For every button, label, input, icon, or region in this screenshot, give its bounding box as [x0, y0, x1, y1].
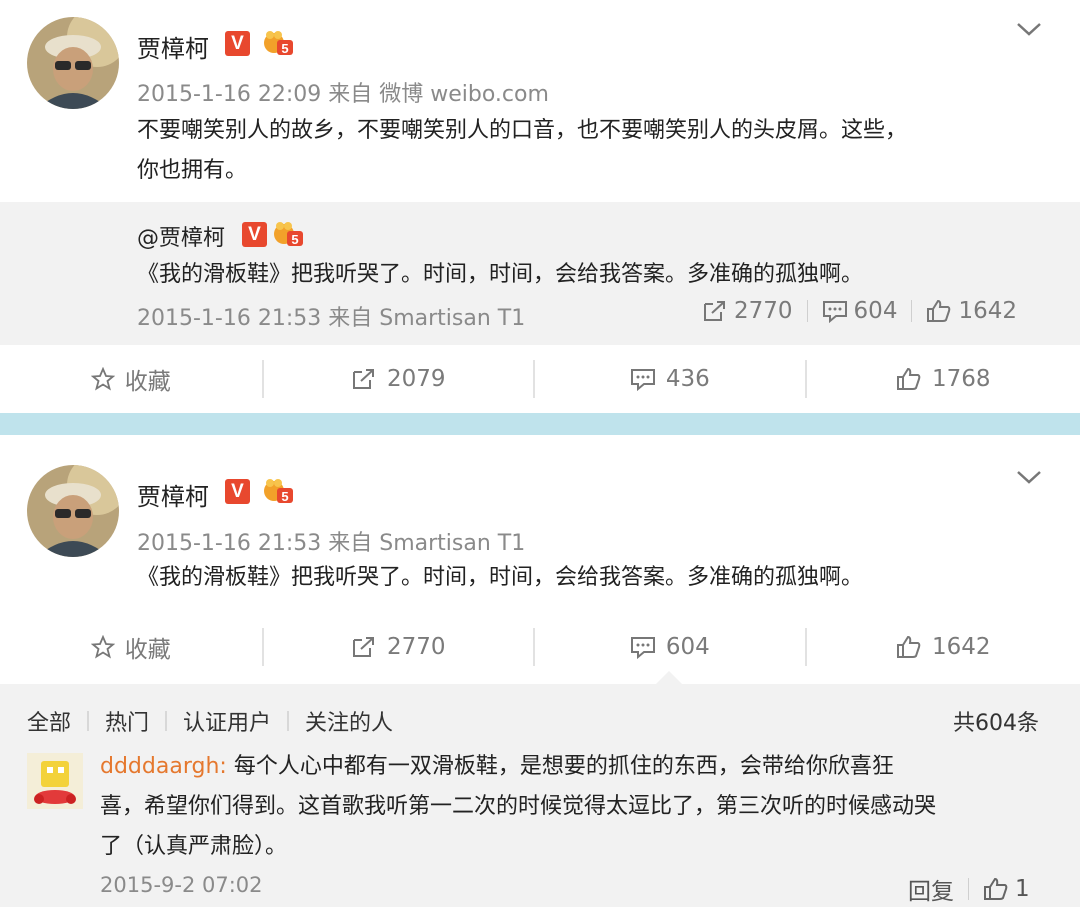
comment-button[interactable]: 604	[535, 634, 805, 660]
comment-count: 604	[665, 634, 710, 660]
post-action-bar: 收藏 2770 604 1642	[0, 616, 1080, 678]
repost-icon	[352, 369, 374, 389]
divider	[968, 878, 969, 900]
divider	[911, 300, 913, 322]
verified-badge-icon: V	[242, 222, 267, 247]
quoted-comment-count[interactable]: 604	[822, 298, 898, 324]
post-text-line: 你也拥有。	[137, 158, 248, 183]
favorite-label: 收藏	[124, 637, 171, 663]
repost-icon	[352, 637, 374, 657]
quoted-repost-count[interactable]: 2770	[702, 298, 793, 324]
level-number: 5	[281, 41, 288, 56]
divider	[806, 300, 808, 322]
comment-icon	[822, 301, 847, 323]
tab-verified-users[interactable]: 认证用户	[183, 705, 271, 737]
like-button[interactable]: 1642	[807, 634, 1080, 660]
quoted-meta: 2015-1-16 21:53 来自 Smartisan T1	[137, 306, 526, 331]
author-name[interactable]: 贾樟柯	[137, 477, 209, 512]
comment-count: 436	[665, 366, 710, 392]
like-count-label: 1642	[958, 298, 1017, 324]
comment-line: ddddaargh: 每个人心中都有一双滑板鞋，是想要的抓住的东西，会带给你欣喜…	[100, 747, 1060, 787]
reply-button[interactable]: 回复	[908, 872, 954, 906]
post-menu-chevron-icon[interactable]	[1014, 466, 1044, 488]
level-badge-icon: 5	[262, 29, 294, 57]
comment-total: 共604条	[953, 711, 1039, 736]
commenter-avatar[interactable]	[27, 753, 83, 809]
comment-icon	[630, 369, 655, 391]
verified-badge-icon: V	[225, 31, 250, 56]
favorite-button[interactable]: 收藏	[0, 630, 262, 664]
tab-hot[interactable]: 热门	[105, 705, 149, 737]
quoted-author[interactable]: @贾樟柯	[137, 220, 225, 252]
level-number: 5	[281, 489, 288, 504]
post-meta: 2015-1-16 22:09 来自 微博 weibo.com	[137, 82, 549, 107]
comment-filter-tabs: 全部 热门 认证用户 关注的人	[27, 705, 393, 737]
divider	[165, 711, 168, 731]
comment-count-label: 604	[853, 298, 898, 324]
like-icon	[896, 367, 921, 390]
comment-like-button[interactable]: 1	[983, 876, 1030, 902]
tab-all[interactable]: 全部	[27, 705, 71, 737]
verified-badge-icon: V	[225, 479, 250, 504]
repost-icon	[704, 301, 725, 321]
level-badge-icon: 5	[272, 220, 304, 248]
favorite-button[interactable]: 收藏	[0, 362, 262, 396]
author-avatar[interactable]	[27, 465, 119, 557]
comment-time: 2015-9-2 07:02	[100, 873, 263, 897]
comment-button[interactable]: 436	[535, 366, 805, 392]
comment-text-line: 喜，希望你们得到。这首歌我听第一二次的时候觉得太逗比了，第三次听的时候感动哭	[100, 794, 937, 819]
post-meta: 2015-1-16 21:53 来自 Smartisan T1	[137, 531, 526, 556]
post-menu-chevron-icon[interactable]	[1014, 18, 1044, 40]
post-action-bar: 收藏 2079 436 1768	[0, 348, 1080, 410]
quoted-text: 《我的滑板鞋》把我听哭了。时间，时间，会给我答案。多准确的孤独啊。	[137, 262, 864, 287]
quoted-like-count[interactable]: 1642	[926, 298, 1017, 324]
like-count: 1768	[931, 366, 991, 392]
star-icon	[90, 635, 115, 659]
quoted-stats: 2770 604 1642	[702, 298, 1017, 324]
username-separator: :	[219, 754, 227, 779]
like-icon	[896, 635, 921, 658]
level-badge-icon: 5	[262, 477, 294, 505]
comment-body: ddddaargh: 每个人心中都有一双滑板鞋，是想要的抓住的东西，会带给你欣喜…	[100, 747, 1060, 867]
tab-following[interactable]: 关注的人	[305, 705, 393, 737]
comment-actions: 回复 1	[908, 872, 1030, 906]
like-icon	[927, 299, 951, 322]
author-avatar[interactable]	[27, 17, 119, 109]
repost-count: 2079	[386, 366, 446, 392]
comment-icon	[630, 637, 655, 659]
divider	[287, 711, 290, 731]
commenter-username[interactable]: ddddaargh	[100, 754, 219, 779]
post-text-line: 不要嘲笑别人的故乡，不要嘲笑别人的口音，也不要嘲笑别人的头皮屑。这些，	[137, 118, 908, 143]
comments-panel-pointer	[656, 671, 682, 684]
favorite-label: 收藏	[124, 369, 171, 395]
like-count: 1642	[931, 634, 991, 660]
like-icon	[984, 877, 1008, 900]
repost-count: 2770	[386, 634, 446, 660]
repost-button[interactable]: 2770	[264, 634, 534, 660]
author-name[interactable]: 贾樟柯	[137, 29, 209, 64]
repost-count-label: 2770	[734, 298, 793, 324]
divider	[87, 711, 90, 731]
feed-separator	[0, 413, 1080, 435]
post-text: 不要嘲笑别人的故乡，不要嘲笑别人的口音，也不要嘲笑别人的头皮屑。这些， 你也拥有…	[137, 111, 1057, 191]
comment-text-line: 了（认真严肃脸）。	[100, 834, 288, 859]
comment-text-line: 每个人心中都有一双滑板鞋，是想要的抓住的东西，会带给你欣喜狂	[233, 754, 894, 779]
like-button[interactable]: 1768	[807, 366, 1080, 392]
repost-button[interactable]: 2079	[264, 366, 534, 392]
post-text: 《我的滑板鞋》把我听哭了。时间，时间，会给我答案。多准确的孤独啊。	[137, 565, 864, 590]
comment-like-count: 1	[1015, 876, 1030, 902]
level-number: 5	[291, 232, 298, 247]
star-icon	[90, 367, 115, 391]
